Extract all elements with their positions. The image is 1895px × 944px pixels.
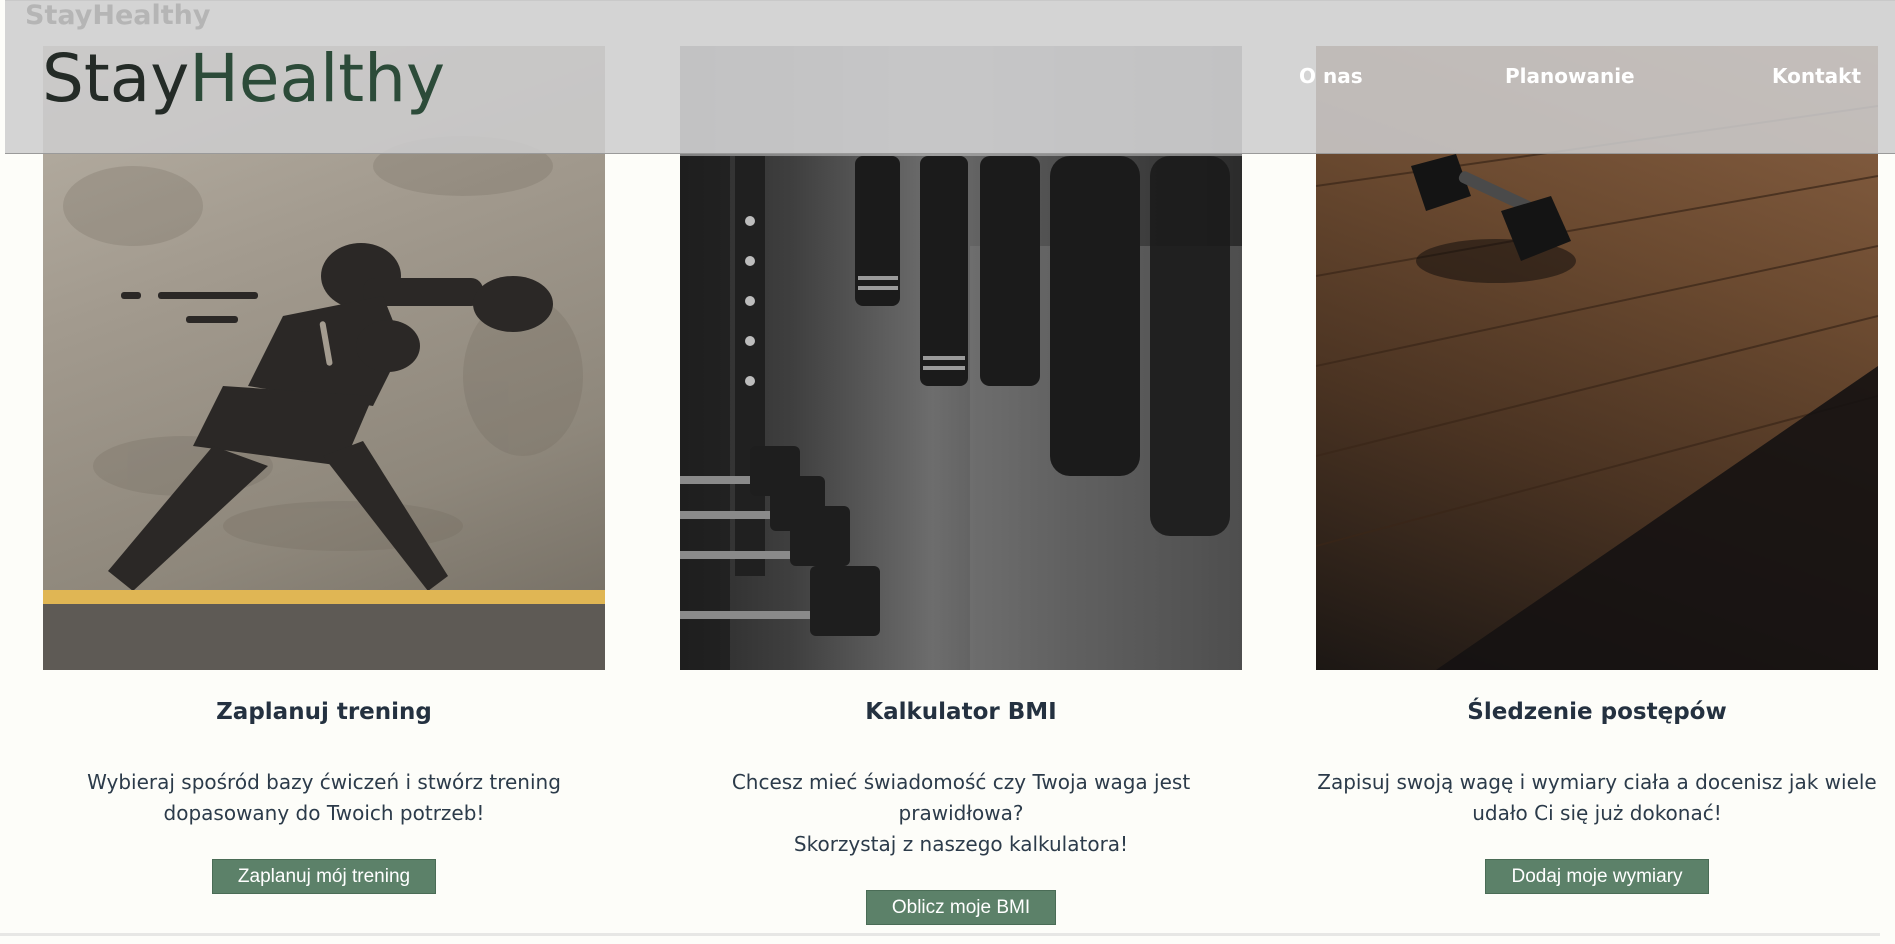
nav-link-contact[interactable]: Kontakt [1772,63,1861,89]
card-description-line-2: udało Ci się już dokonać! [1472,801,1722,825]
card-description-line-2: dopasowany do Twoich potrzeb! [163,801,485,825]
card-description: Wybieraj spośród bazy ćwiczeń i stwórz t… [43,767,605,829]
card-description: Chcesz mieć świadomość czy Twoja waga je… [680,767,1242,860]
logo-text-stay: Stay [42,40,190,117]
card-description-line-2: Skorzystaj z naszego kalkulatora! [793,832,1129,856]
bottom-divider [0,933,1880,936]
header-navbar: StayHealthy O nas Planowanie Kontakt [5,0,1895,154]
calculate-bmi-button[interactable]: Oblicz moje BMI [865,890,1057,925]
card-description-line-1: Zapisuj swoją wagę i wymiary ciała a doc… [1317,770,1877,794]
page: Zaplanuj trening Wybieraj spośród bazy ć… [0,0,1895,944]
card-title: Zaplanuj trening [216,699,432,725]
card-plan-training: Zaplanuj trening Wybieraj spośród bazy ć… [43,46,605,894]
add-measurements-button[interactable]: Dodaj moje wymiary [1485,859,1709,894]
site-logo[interactable]: StayHealthy [42,39,445,119]
card-bmi-calculator: Kalkulator BMI Chcesz mieć świadomość cz… [680,46,1242,925]
card-description-line-1: Chcesz mieć świadomość czy Twoja waga je… [731,770,1191,825]
yellow-stripe [43,590,605,604]
card-title: Kalkulator BMI [865,699,1057,725]
plan-training-button[interactable]: Zaplanuj mój trening [211,859,437,894]
ghost-page-title: StayHealthy [25,0,211,31]
card-title: Śledzenie postępów [1467,699,1727,725]
nav-link-about[interactable]: O nas [1299,63,1363,89]
nav-link-planning[interactable]: Planowanie [1505,63,1635,89]
card-description: Zapisuj swoją wagę i wymiary ciała a doc… [1316,767,1878,829]
card-progress-tracking: Śledzenie postępów Zapisuj swoją wagę i … [1316,46,1878,894]
logo-text-healthy: Healthy [189,40,446,117]
floor [43,604,605,670]
card-description-line-1: Wybieraj spośród bazy ćwiczeń i stwórz t… [87,770,561,794]
